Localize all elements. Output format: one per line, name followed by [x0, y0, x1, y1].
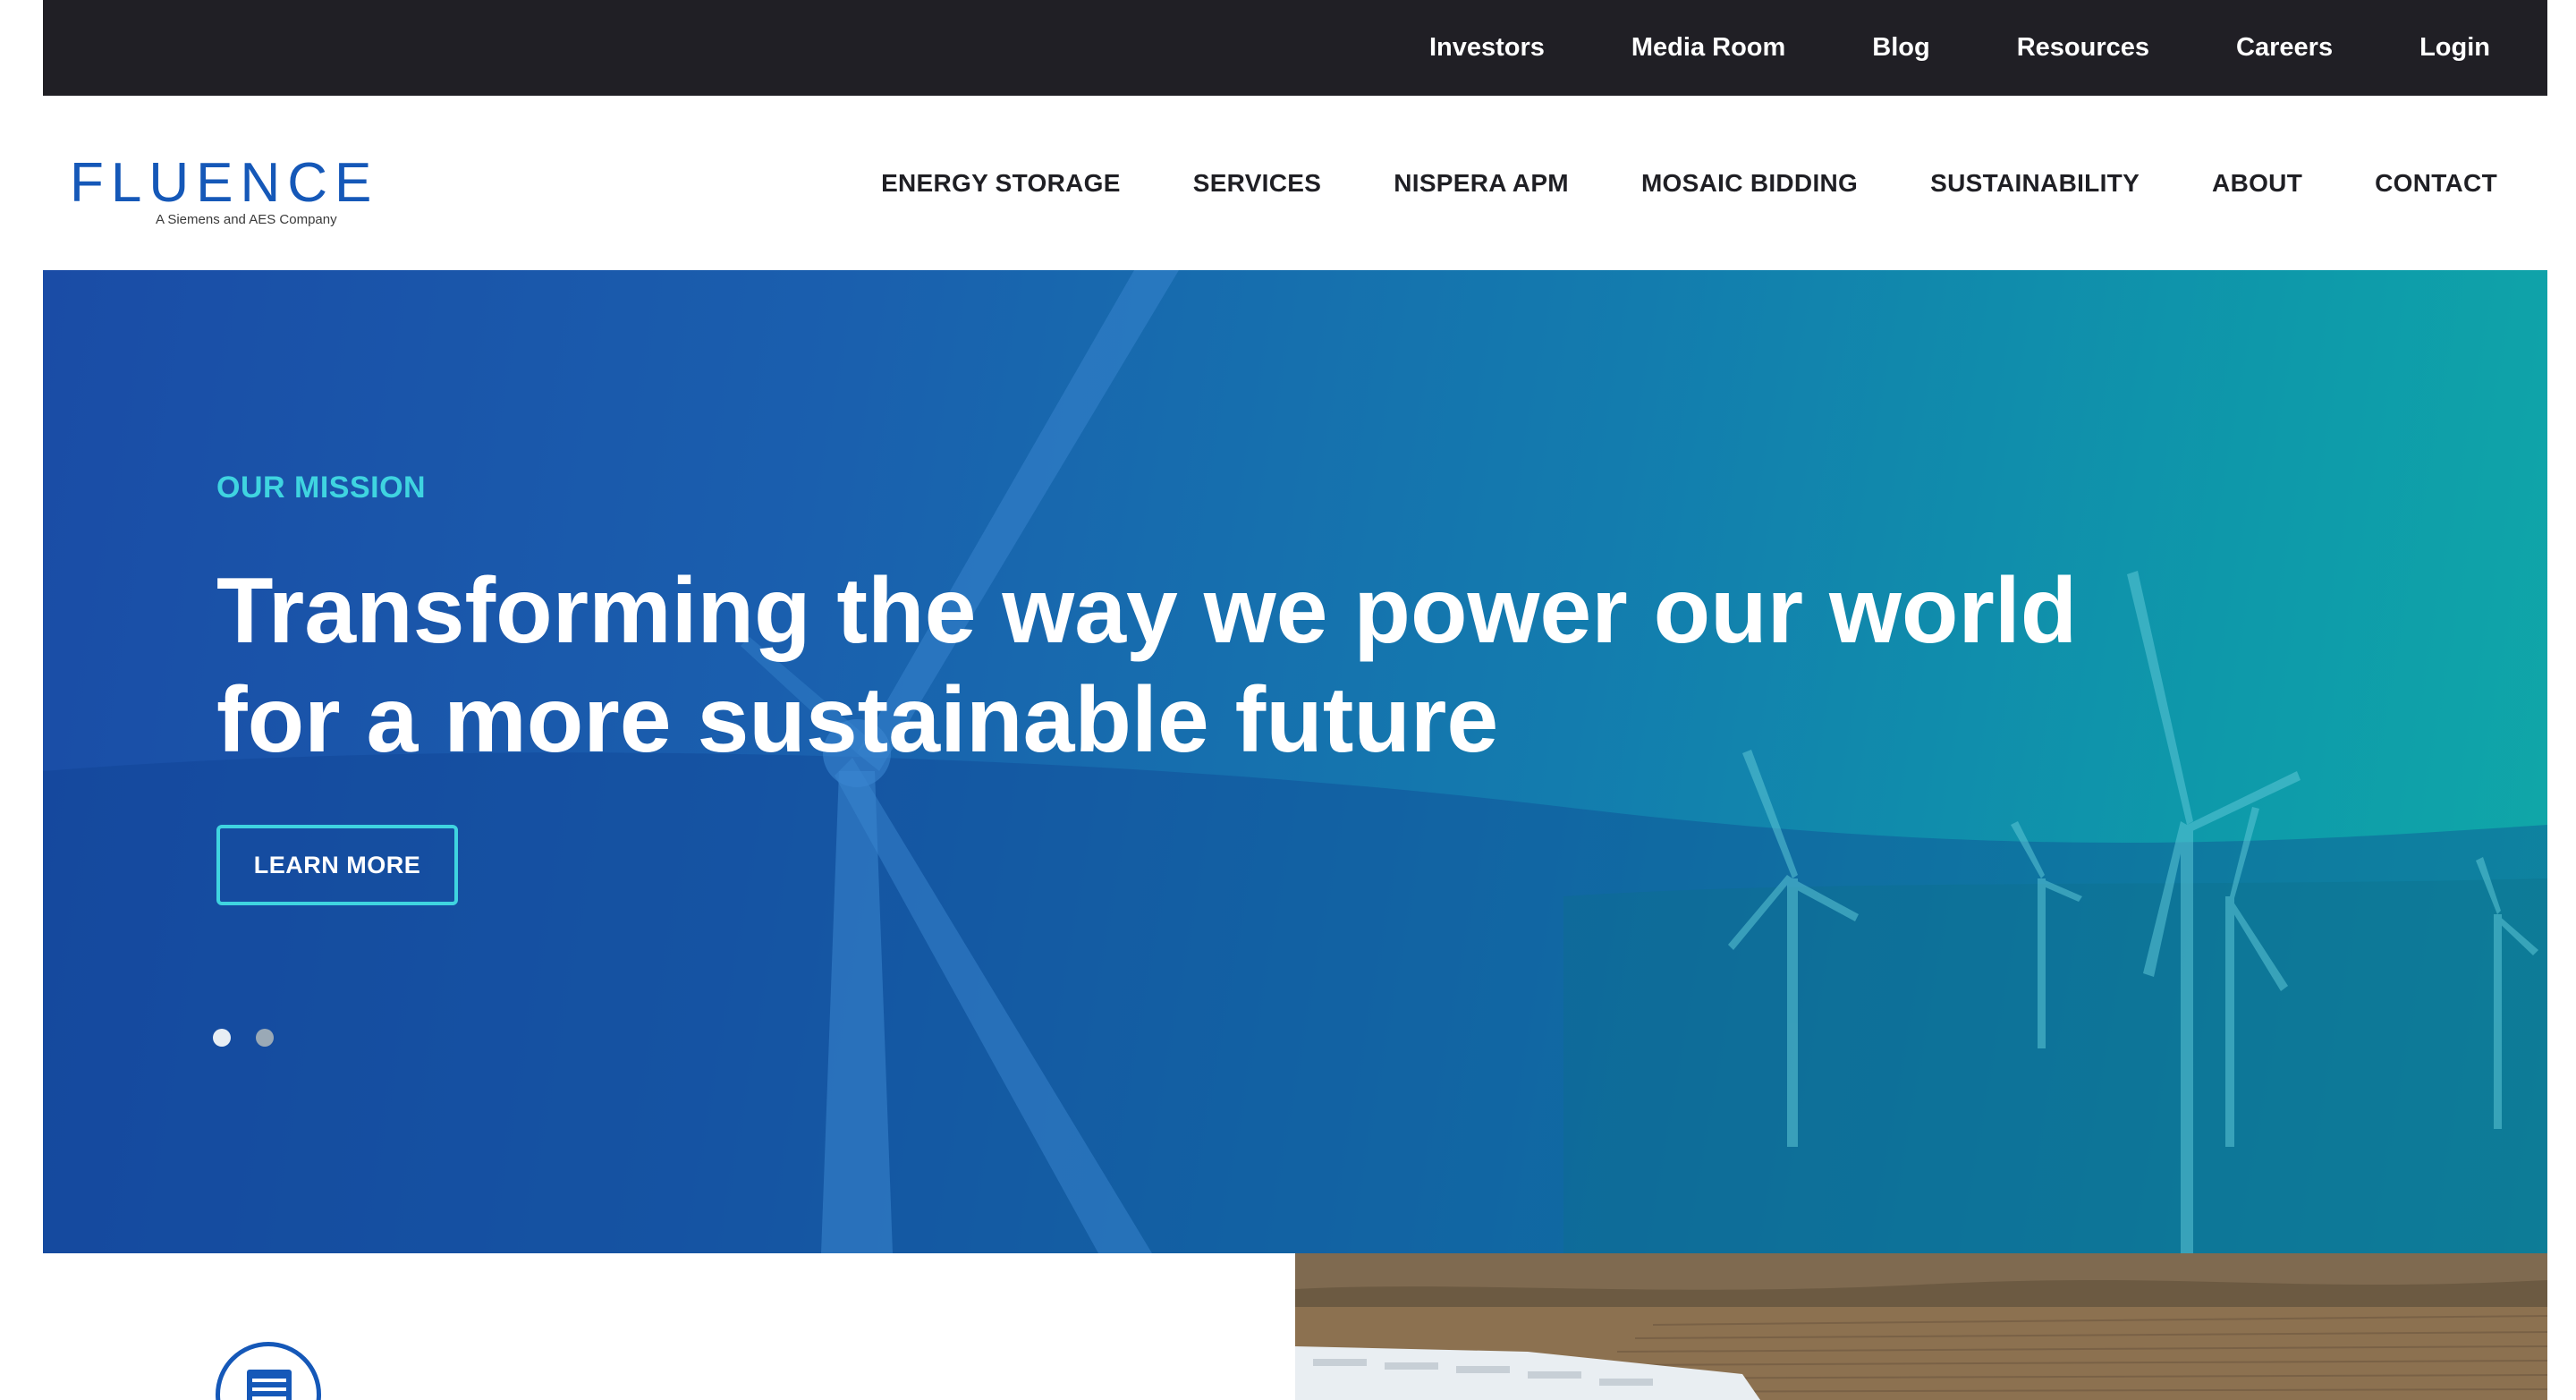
logo-wordmark: FLUENCE	[70, 152, 379, 214]
utility-nav: Investors Media Room Blog Resources Care…	[1343, 0, 2490, 96]
carousel-dots	[213, 1029, 274, 1047]
hero-title-line-1: Transforming the way we power our world	[216, 559, 2078, 663]
utility-link-careers[interactable]: Careers	[2236, 33, 2333, 63]
nav-sustainability[interactable]: SUSTAINABILITY	[1930, 169, 2140, 198]
nav-contact[interactable]: CONTACT	[2375, 169, 2497, 198]
hero-title-line-2: for a more sustainable future	[216, 668, 1499, 772]
battery-storage-icon	[216, 1342, 321, 1400]
nav-nispera-apm[interactable]: NISPERA APM	[1394, 169, 1569, 198]
hero-title: Transforming the way we power our world …	[216, 556, 2184, 775]
primary-nav: ENERGY STORAGE SERVICES NISPERA APM MOSA…	[809, 96, 2497, 270]
utility-link-blog[interactable]: Blog	[1872, 33, 1929, 63]
main-header: FLUENCE A Siemens and AES Company ENERGY…	[43, 96, 2547, 270]
utility-link-login[interactable]: Login	[2419, 33, 2490, 63]
nav-energy-storage[interactable]: ENERGY STORAGE	[881, 169, 1121, 198]
energy-storage-site-photo	[1295, 1253, 2547, 1400]
nav-mosaic-bidding[interactable]: MOSAIC BIDDING	[1641, 169, 1858, 198]
utility-link-investors[interactable]: Investors	[1429, 33, 1545, 63]
hero-banner: OUR MISSION Transforming the way we powe…	[43, 270, 2547, 1253]
utility-bar: Investors Media Room Blog Resources Care…	[43, 0, 2547, 96]
battery-storage-icon-glyph	[247, 1370, 292, 1400]
carousel-dot-1[interactable]	[213, 1029, 231, 1047]
utility-link-media-room[interactable]: Media Room	[1631, 33, 1785, 63]
logo[interactable]: FLUENCE A Siemens and AES Company	[70, 155, 371, 235]
nav-services[interactable]: SERVICES	[1193, 169, 1322, 198]
learn-more-button[interactable]: LEARN MORE	[216, 825, 458, 905]
logo-subtitle: A Siemens and AES Company	[156, 212, 337, 227]
carousel-dot-2[interactable]	[256, 1029, 274, 1047]
hero-eyebrow: OUR MISSION	[216, 471, 427, 505]
page: Investors Media Room Blog Resources Care…	[43, 0, 2547, 1400]
desert-storage-illustration	[1295, 1253, 2547, 1400]
utility-link-resources[interactable]: Resources	[2017, 33, 2149, 63]
nav-about[interactable]: ABOUT	[2212, 169, 2302, 198]
